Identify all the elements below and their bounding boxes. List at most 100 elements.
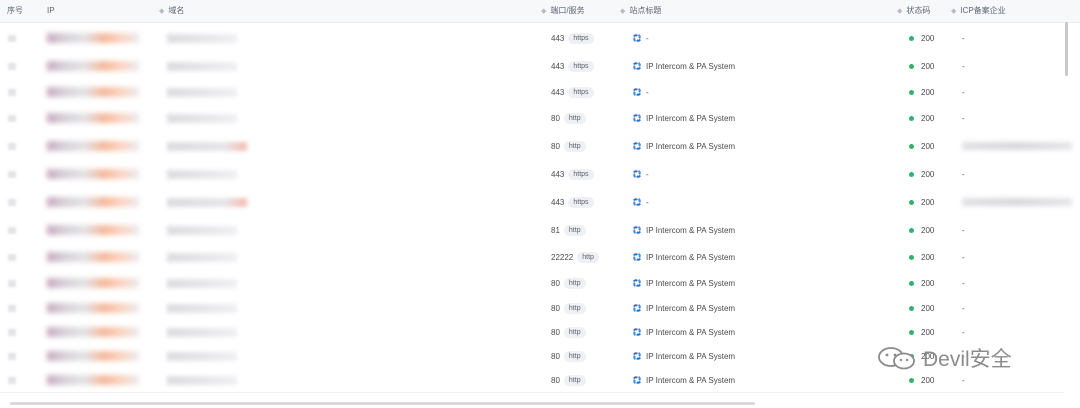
col-header-status[interactable]: ◆ 状态码 bbox=[897, 0, 930, 22]
row-domain[interactable] bbox=[167, 368, 237, 392]
row-site-title[interactable]: - bbox=[632, 188, 649, 216]
redacted-ip bbox=[47, 278, 139, 288]
row-ip[interactable] bbox=[47, 160, 139, 188]
row-site-title[interactable]: - bbox=[632, 80, 649, 104]
status-code: 200 bbox=[921, 303, 935, 313]
row-status: 200 bbox=[909, 270, 934, 296]
row-site-title[interactable]: IP Intercom & PA System bbox=[632, 244, 735, 270]
redacted-domain bbox=[167, 225, 237, 235]
table-row[interactable]: 443 https IP Intercom & PA System 200 - bbox=[0, 52, 1064, 81]
service-tag[interactable]: http bbox=[577, 251, 599, 263]
col-header-ip[interactable]: IP bbox=[47, 0, 55, 22]
table-row[interactable]: 443 https - 200 bbox=[0, 188, 1072, 217]
table-row[interactable]: 443 https - 200 - bbox=[0, 160, 1064, 189]
col-header-port[interactable]: ◆ 端口/服务 bbox=[541, 0, 585, 22]
service-tag[interactable]: http bbox=[563, 326, 586, 338]
row-site-title[interactable]: - bbox=[632, 24, 649, 52]
row-ip[interactable] bbox=[47, 216, 139, 244]
service-tag[interactable]: https bbox=[568, 86, 594, 98]
table-row[interactable]: 80 http IP Intercom & PA System 200 - bbox=[0, 320, 1064, 345]
service-tag[interactable]: http bbox=[563, 302, 586, 314]
row-domain[interactable] bbox=[167, 244, 237, 270]
row-ip[interactable] bbox=[47, 320, 139, 344]
row-site-title[interactable]: IP Intercom & PA System bbox=[632, 368, 735, 392]
redacted-ip bbox=[47, 33, 139, 43]
service-tag[interactable]: http bbox=[563, 350, 586, 362]
service-tag[interactable]: http bbox=[563, 112, 586, 124]
col-header-domain[interactable]: ◆ 域名 bbox=[159, 0, 184, 22]
row-icp: - bbox=[962, 80, 965, 104]
row-domain[interactable] bbox=[167, 188, 249, 216]
row-site-title[interactable]: IP Intercom & PA System bbox=[632, 270, 735, 296]
row-port-service: 80 http bbox=[551, 344, 586, 368]
row-ip[interactable] bbox=[47, 270, 139, 296]
status-dot-icon bbox=[909, 115, 914, 121]
row-ip[interactable] bbox=[47, 132, 139, 160]
row-domain[interactable] bbox=[167, 344, 237, 368]
service-tag[interactable]: http bbox=[563, 140, 586, 152]
row-site-title[interactable]: IP Intercom & PA System bbox=[632, 344, 735, 368]
col-header-icp[interactable]: ◆ ICP备案企业 bbox=[951, 0, 1006, 22]
vertical-scrollbar[interactable] bbox=[1065, 22, 1068, 76]
col-header-status-label: 状态码 bbox=[906, 6, 931, 15]
row-ip[interactable] bbox=[47, 80, 139, 104]
row-domain[interactable] bbox=[167, 80, 237, 104]
row-domain[interactable] bbox=[167, 104, 237, 132]
port-value: 80 bbox=[551, 113, 560, 123]
row-domain[interactable] bbox=[167, 132, 249, 160]
status-dot-icon bbox=[909, 171, 914, 177]
service-tag[interactable]: https bbox=[568, 196, 594, 208]
table-row[interactable]: 443 https - 200 - bbox=[0, 24, 1064, 53]
service-tag[interactable]: https bbox=[568, 32, 594, 44]
sort-icon[interactable]: ◆ bbox=[951, 8, 956, 15]
col-header-title[interactable]: ◆ 站点标题 bbox=[620, 0, 661, 22]
row-index bbox=[8, 52, 16, 80]
service-tag[interactable]: https bbox=[568, 168, 594, 180]
row-ip[interactable] bbox=[47, 52, 139, 80]
sort-icon[interactable]: ◆ bbox=[159, 8, 164, 15]
service-tag[interactable]: http bbox=[563, 277, 586, 289]
sort-icon[interactable]: ◆ bbox=[541, 8, 546, 15]
row-site-title[interactable]: IP Intercom & PA System bbox=[632, 296, 735, 320]
sort-icon[interactable]: ◆ bbox=[620, 8, 625, 15]
service-tag[interactable]: http bbox=[563, 224, 586, 236]
table-row[interactable]: 22222 http IP Intercom & PA System 200 - bbox=[0, 244, 1064, 271]
table-row[interactable]: 80 http IP Intercom & PA System 200 - bbox=[0, 296, 1064, 321]
row-site-title[interactable]: - bbox=[632, 160, 649, 188]
status-dot-icon bbox=[909, 89, 914, 95]
row-domain[interactable] bbox=[167, 320, 237, 344]
row-ip[interactable] bbox=[47, 368, 139, 392]
row-domain[interactable] bbox=[167, 216, 237, 244]
table-row[interactable]: 80 http IP Intercom & PA System 200 - bbox=[0, 270, 1064, 297]
row-domain[interactable] bbox=[167, 270, 237, 296]
redacted-index bbox=[8, 226, 16, 234]
row-ip[interactable] bbox=[47, 188, 139, 216]
table-row[interactable]: 80 http IP Intercom & PA System 200 - bbox=[0, 104, 1064, 133]
row-site-title[interactable]: IP Intercom & PA System bbox=[632, 104, 735, 132]
table-row[interactable]: 81 http IP Intercom & PA System 200 - bbox=[0, 216, 1064, 245]
service-tag[interactable]: http bbox=[563, 374, 586, 386]
service-tag[interactable]: https bbox=[568, 60, 594, 72]
row-domain[interactable] bbox=[167, 52, 237, 80]
row-ip[interactable] bbox=[47, 104, 139, 132]
icp-value: - bbox=[962, 33, 965, 43]
port-value: 80 bbox=[551, 327, 560, 337]
row-ip[interactable] bbox=[47, 344, 139, 368]
row-site-title[interactable]: IP Intercom & PA System bbox=[632, 132, 735, 160]
table-row[interactable]: 80 http IP Intercom & PA System 200 bbox=[0, 132, 1072, 161]
row-site-title[interactable]: IP Intercom & PA System bbox=[632, 52, 735, 80]
redacted-domain bbox=[167, 303, 237, 313]
row-ip[interactable] bbox=[47, 24, 139, 52]
row-site-title[interactable]: IP Intercom & PA System bbox=[632, 216, 735, 244]
row-domain[interactable] bbox=[167, 296, 237, 320]
horizontal-scrollbar[interactable] bbox=[10, 402, 755, 405]
sort-icon[interactable]: ◆ bbox=[897, 8, 902, 15]
row-icp: - bbox=[962, 216, 965, 244]
table-row[interactable]: 443 https - 200 - bbox=[0, 80, 1064, 105]
row-ip[interactable] bbox=[47, 244, 139, 270]
row-domain[interactable] bbox=[167, 160, 237, 188]
row-ip[interactable] bbox=[47, 296, 139, 320]
row-site-title[interactable]: IP Intercom & PA System bbox=[632, 320, 735, 344]
status-code: 200 bbox=[921, 278, 935, 288]
row-domain[interactable] bbox=[167, 24, 237, 52]
